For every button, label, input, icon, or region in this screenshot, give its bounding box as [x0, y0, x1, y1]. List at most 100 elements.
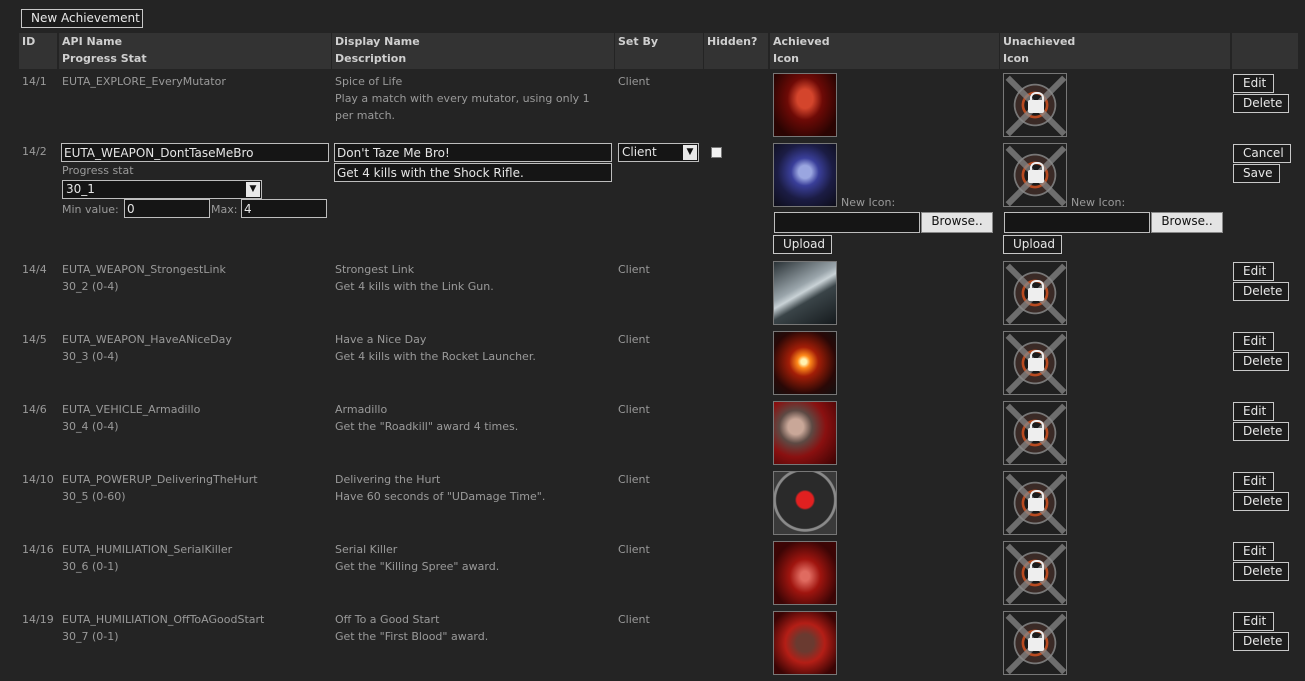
row-display-name: Delivering the Hurt	[335, 473, 441, 486]
row-description: Play a match with every mutator, using o…	[335, 92, 590, 105]
delete-button[interactable]: Delete	[1233, 422, 1289, 441]
edit-button[interactable]: Edit	[1233, 472, 1274, 491]
delete-button[interactable]: Delete	[1233, 94, 1289, 113]
row-set-by: Client	[618, 263, 650, 276]
hidden-checkbox[interactable]	[711, 147, 722, 158]
table-row: 14/1 EUTA_EXPLORE_EveryMutator Spice of …	[0, 73, 1305, 139]
col-header-unachieved-icon: Unachieved Icon	[1000, 33, 1230, 69]
achieved-icon-image	[773, 401, 837, 465]
row-set-by: Client	[618, 75, 650, 88]
row-description: Get the "Killing Spree" award.	[335, 560, 500, 573]
achieved-icon-image	[773, 541, 837, 605]
description-input[interactable]	[334, 163, 612, 182]
new-achieved-icon-label: New Icon:	[841, 196, 896, 209]
delete-button[interactable]: Delete	[1233, 562, 1289, 581]
unachieved-lock-icon	[1003, 611, 1067, 675]
unachieved-lock-icon	[1003, 261, 1067, 325]
unachieved-browse-button[interactable]: Browse..	[1151, 212, 1223, 233]
unachieved-lock-icon	[1003, 471, 1067, 535]
achieved-icon-file-input[interactable]	[774, 212, 920, 233]
row-id: 14/19	[22, 613, 54, 626]
edit-row: 14/2 Progress stat 30_1 ▼ Min value: Max…	[0, 143, 1305, 255]
col-header-actions	[1232, 33, 1298, 69]
delete-button[interactable]: Delete	[1233, 632, 1289, 651]
row-set-by: Client	[618, 473, 650, 486]
col-header-hidden: Hidden?	[704, 33, 768, 69]
col-header-id: ID	[19, 33, 57, 69]
row-api-name: EUTA_VEHICLE_Armadillo	[62, 403, 201, 416]
col-header-achieved-icon: Achieved Icon	[770, 33, 999, 69]
row-progress-stat: 30_2 (0-4)	[62, 280, 119, 293]
delete-button[interactable]: Delete	[1233, 282, 1289, 301]
row-description: Get the "Roadkill" award 4 times.	[335, 420, 519, 433]
row-id: 14/4	[22, 263, 47, 276]
row-id: 14/10	[22, 473, 54, 486]
api-name-input[interactable]	[61, 143, 329, 162]
chevron-down-icon: ▼	[683, 145, 697, 160]
row-display-name: Strongest Link	[335, 263, 415, 276]
max-value-input[interactable]	[241, 199, 327, 218]
edit-button[interactable]: Edit	[1233, 542, 1274, 561]
row-set-by: Client	[618, 613, 650, 626]
table-row: 14/6 EUTA_VEHICLE_Armadillo 30_4 (0-4) A…	[0, 401, 1305, 467]
edit-button[interactable]: Edit	[1233, 262, 1274, 281]
row-progress-stat: 30_6 (0-1)	[62, 560, 119, 573]
chevron-down-icon: ▼	[246, 182, 260, 197]
new-achievement-button[interactable]: New Achievement	[21, 9, 143, 28]
row-display-name: Serial Killer	[335, 543, 398, 556]
display-name-input[interactable]	[334, 143, 612, 162]
col-header-display-name: Display Name Description	[332, 33, 614, 69]
row-api-name: EUTA_HUMILIATION_SerialKiller	[62, 543, 233, 556]
edit-button[interactable]: Edit	[1233, 612, 1274, 631]
unachieved-upload-button[interactable]: Upload	[1003, 235, 1062, 254]
edit-button[interactable]: Edit	[1233, 74, 1274, 93]
row-progress-stat: 30_4 (0-4)	[62, 420, 119, 433]
row-display-name: Armadillo	[335, 403, 388, 416]
row-description-cont: per match.	[335, 109, 396, 122]
edit-button[interactable]: Edit	[1233, 402, 1274, 421]
min-value-label: Min value:	[62, 203, 119, 216]
row-set-by: Client	[618, 543, 650, 556]
row-id: 14/2	[22, 145, 47, 158]
row-id: 14/5	[22, 333, 47, 346]
row-description: Get the "First Blood" award.	[335, 630, 489, 643]
table-row: 14/19 EUTA_HUMILIATION_OffToAGoodStart 3…	[0, 611, 1305, 677]
edit-button[interactable]: Edit	[1233, 332, 1274, 351]
row-api-name: EUTA_HUMILIATION_OffToAGoodStart	[62, 613, 265, 626]
row-description: Have 60 seconds of "UDamage Time".	[335, 490, 546, 503]
delete-button[interactable]: Delete	[1233, 352, 1289, 371]
progress-stat-select[interactable]: 30_1 ▼	[62, 180, 262, 199]
unachieved-lock-icon	[1003, 143, 1067, 207]
new-unachieved-icon-label: New Icon:	[1071, 196, 1126, 209]
progress-stat-label: Progress stat	[62, 164, 134, 177]
unachieved-lock-icon	[1003, 541, 1067, 605]
cancel-button[interactable]: Cancel	[1233, 144, 1291, 163]
row-set-by: Client	[618, 333, 650, 346]
save-button[interactable]: Save	[1233, 164, 1280, 183]
achieved-icon-image	[773, 331, 837, 395]
row-id: 14/16	[22, 543, 54, 556]
row-display-name: Off To a Good Start	[335, 613, 440, 626]
achieved-upload-button[interactable]: Upload	[773, 235, 832, 254]
delete-button[interactable]: Delete	[1233, 492, 1289, 511]
unachieved-lock-icon	[1003, 331, 1067, 395]
max-value-label: Max:	[211, 203, 238, 216]
row-display-name: Have a Nice Day	[335, 333, 427, 346]
row-progress-stat: 30_3 (0-4)	[62, 350, 119, 363]
table-row: 14/5 EUTA_WEAPON_HaveANiceDay 30_3 (0-4)…	[0, 331, 1305, 397]
set-by-select[interactable]: Client ▼	[618, 143, 699, 162]
progress-stat-value: 30_1	[66, 182, 95, 196]
row-id: 14/6	[22, 403, 47, 416]
col-header-api-name: API Name Progress Stat	[59, 33, 331, 69]
achieved-icon-image	[773, 73, 837, 137]
min-value-input[interactable]	[124, 199, 210, 218]
row-id: 14/1	[22, 75, 47, 88]
row-description: Get 4 kills with the Link Gun.	[335, 280, 494, 293]
achieved-icon-image	[773, 611, 837, 675]
unachieved-lock-icon	[1003, 401, 1067, 465]
achieved-icon-image	[773, 261, 837, 325]
unachieved-icon-file-input[interactable]	[1004, 212, 1150, 233]
row-api-name: EUTA_WEAPON_HaveANiceDay	[62, 333, 232, 346]
table-row: 14/4 EUTA_WEAPON_StrongestLink 30_2 (0-4…	[0, 261, 1305, 327]
achieved-browse-button[interactable]: Browse..	[921, 212, 993, 233]
